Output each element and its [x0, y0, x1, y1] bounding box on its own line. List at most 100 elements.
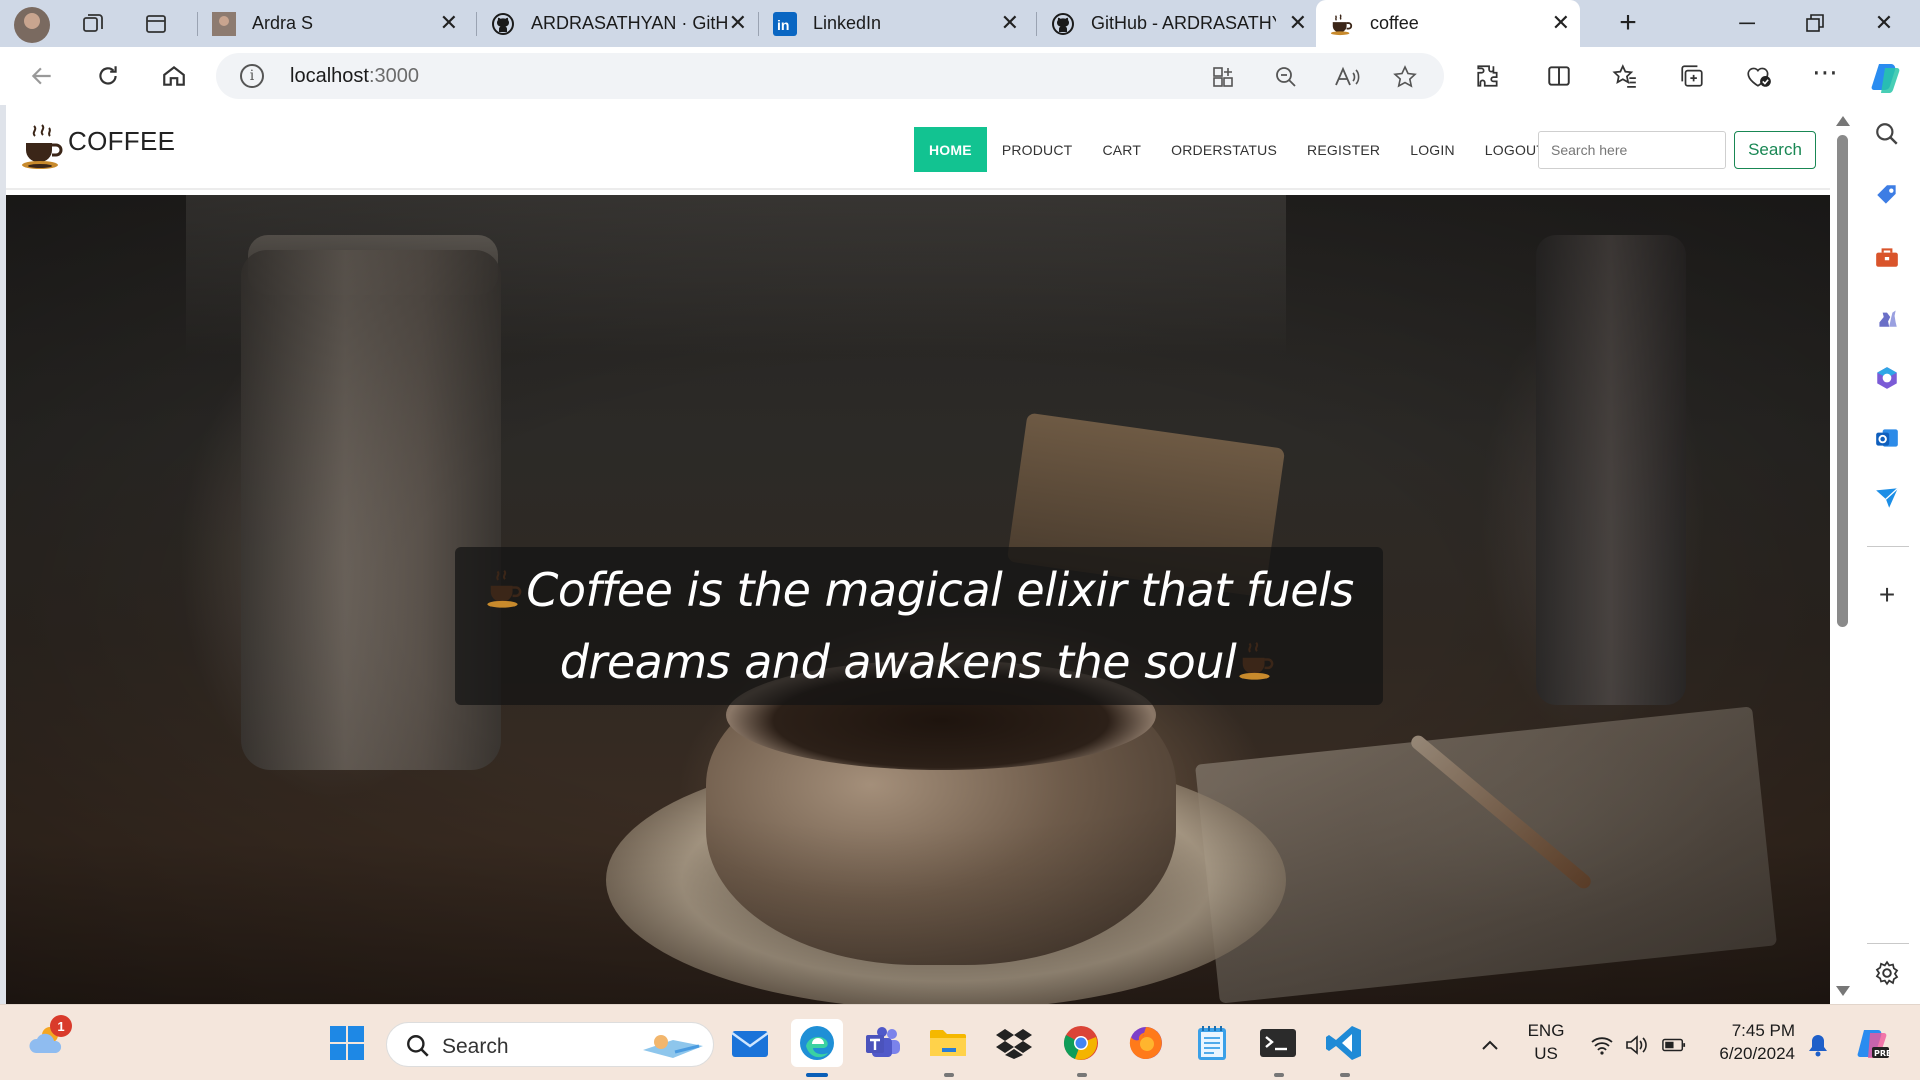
app-available-icon[interactable]	[1210, 64, 1236, 90]
battery-icon[interactable]	[1662, 1033, 1686, 1057]
favorite-star-icon[interactable]	[1392, 64, 1418, 90]
close-icon[interactable]: ✕	[1552, 12, 1570, 34]
nav-orderstatus[interactable]: ORDERSTATUS	[1156, 127, 1292, 172]
hero-banner: Coffee is the magical elixir that fuels …	[6, 195, 1830, 1004]
outlook-icon[interactable]	[1872, 423, 1902, 453]
address-bar[interactable]: i localhost:3000	[216, 53, 1444, 99]
nav-cart[interactable]: CART	[1087, 127, 1156, 172]
page-viewport: COFFEE HOME PRODUCT CART ORDERSTATUS REG…	[6, 105, 1830, 1004]
settings-gear-icon[interactable]	[1872, 958, 1902, 988]
edge-sidebar: +	[1855, 105, 1920, 1004]
tab-title: LinkedIn	[813, 13, 882, 33]
weather-widget[interactable]: 1	[28, 1015, 72, 1061]
search-highlight-icon	[643, 1035, 703, 1058]
coffee-cup-icon	[1239, 641, 1274, 680]
zoom-out-icon[interactable]	[1273, 64, 1299, 90]
dropbox-icon[interactable]	[994, 1023, 1034, 1063]
shopping-tag-icon[interactable]	[1872, 180, 1902, 210]
teams-icon[interactable]	[863, 1023, 903, 1063]
page-scrollbar[interactable]	[1830, 105, 1855, 1004]
vscode-icon[interactable]	[1324, 1023, 1364, 1063]
send-icon[interactable]	[1872, 483, 1902, 513]
brand[interactable]: COFFEE	[20, 123, 175, 173]
nav-login[interactable]: LOGIN	[1395, 127, 1470, 172]
notification-bell-icon[interactable]	[1806, 1033, 1830, 1057]
close-icon[interactable]: ✕	[729, 12, 747, 34]
language-indicator[interactable]: ENG US	[1522, 1019, 1570, 1065]
profile-avatar[interactable]	[14, 7, 50, 43]
vertical-tabs-icon[interactable]	[143, 11, 169, 37]
close-window-button[interactable]: ✕	[1864, 8, 1904, 38]
scroll-thumb[interactable]	[1837, 135, 1848, 627]
restore-button[interactable]	[1795, 8, 1835, 38]
plus-icon: +	[1619, 6, 1637, 39]
browser-essentials-icon[interactable]	[1744, 61, 1774, 91]
brand-name: COFFEE	[68, 125, 176, 156]
back-button[interactable]	[26, 60, 58, 92]
nav-product[interactable]: PRODUCT	[987, 127, 1088, 172]
windows-start-icon[interactable]	[327, 1023, 367, 1063]
volume-icon[interactable]	[1625, 1033, 1649, 1057]
notepad-icon[interactable]	[1192, 1023, 1232, 1063]
taskbar-search[interactable]: Search	[386, 1022, 714, 1067]
search-input[interactable]: Search here	[1538, 131, 1726, 169]
home-button[interactable]	[158, 60, 190, 92]
windows-taskbar: 1 Search ENG US 7:45 PM 6/20/2024 PRE	[0, 1004, 1920, 1080]
coffee-logo-icon	[22, 124, 63, 169]
favorites-icon[interactable]	[1610, 61, 1640, 91]
collections-icon[interactable]	[1677, 61, 1707, 91]
terminal-icon[interactable]	[1258, 1023, 1298, 1063]
edge-browser-icon[interactable]	[791, 1019, 843, 1067]
close-icon[interactable]: ✕	[1001, 12, 1019, 34]
nav-home[interactable]: HOME	[914, 127, 987, 172]
microsoft-365-icon[interactable]	[1872, 363, 1902, 393]
tab-coffee[interactable]: coffee ✕	[1316, 0, 1580, 47]
tools-icon[interactable]	[1872, 242, 1902, 272]
tab-title: ARDRASATHYAN · GitH	[531, 13, 729, 33]
tab-github-profile[interactable]: ARDRASATHYAN · GitH ✕	[477, 0, 757, 47]
close-icon[interactable]: ✕	[440, 12, 458, 34]
wifi-icon[interactable]	[1590, 1033, 1614, 1057]
tab-title: coffee	[1370, 13, 1419, 33]
workspaces-icon[interactable]	[80, 11, 106, 37]
hero-quote: Coffee is the magical elixir that fuels …	[455, 547, 1383, 705]
chevron-up-icon[interactable]	[1478, 1033, 1502, 1057]
linkedin-icon: in	[773, 11, 797, 36]
search-icon[interactable]	[1872, 119, 1902, 149]
tab-title: Ardra S	[252, 13, 314, 33]
search-button[interactable]: Search	[1734, 131, 1816, 169]
close-icon[interactable]: ✕	[1289, 12, 1307, 34]
copilot-icon[interactable]	[1868, 59, 1904, 95]
mail-icon[interactable]	[730, 1023, 770, 1063]
site-info-icon[interactable]: i	[240, 64, 264, 88]
tab-linkedin[interactable]: in LinkedIn ✕	[759, 0, 1029, 47]
minimize-button[interactable]: ─	[1727, 8, 1767, 38]
split-screen-icon[interactable]	[1544, 61, 1574, 91]
notification-badge: 1	[50, 1015, 72, 1037]
extensions-icon[interactable]	[1473, 61, 1503, 91]
nav-links: HOME PRODUCT CART ORDERSTATUS REGISTER L…	[914, 127, 1560, 172]
nav-register[interactable]: REGISTER	[1292, 127, 1395, 172]
quote-line-1: Coffee is the magical elixir that fuels	[484, 554, 1354, 626]
add-icon[interactable]: +	[1872, 579, 1902, 610]
new-tab-button[interactable]: +	[1608, 6, 1648, 39]
taskbar-search-label: Search	[442, 1035, 509, 1058]
copilot-preview-icon[interactable]: PRE	[1856, 1027, 1890, 1061]
more-options-icon[interactable]: ⋯	[1810, 57, 1840, 87]
github-icon	[491, 12, 515, 36]
tab-github-repo[interactable]: GitHub - ARDRASATHY ✕	[1037, 0, 1317, 47]
tab-ardra[interactable]: Ardra S ✕	[198, 0, 468, 47]
svg-text:in: in	[777, 17, 789, 33]
scroll-up-icon[interactable]	[1836, 116, 1850, 126]
coffee-cup-icon	[487, 569, 522, 608]
github-icon	[1051, 12, 1075, 36]
scroll-down-icon[interactable]	[1836, 986, 1850, 996]
firefox-icon[interactable]	[1126, 1023, 1166, 1063]
read-aloud-icon[interactable]	[1334, 64, 1360, 90]
quote-line-2: dreams and awakens the soul	[560, 626, 1279, 698]
refresh-button[interactable]	[92, 60, 124, 92]
clock[interactable]: 7:45 PM 6/20/2024	[1703, 1019, 1795, 1065]
file-explorer-icon[interactable]	[928, 1023, 968, 1063]
games-icon[interactable]	[1872, 302, 1902, 332]
chrome-icon[interactable]	[1061, 1023, 1101, 1063]
